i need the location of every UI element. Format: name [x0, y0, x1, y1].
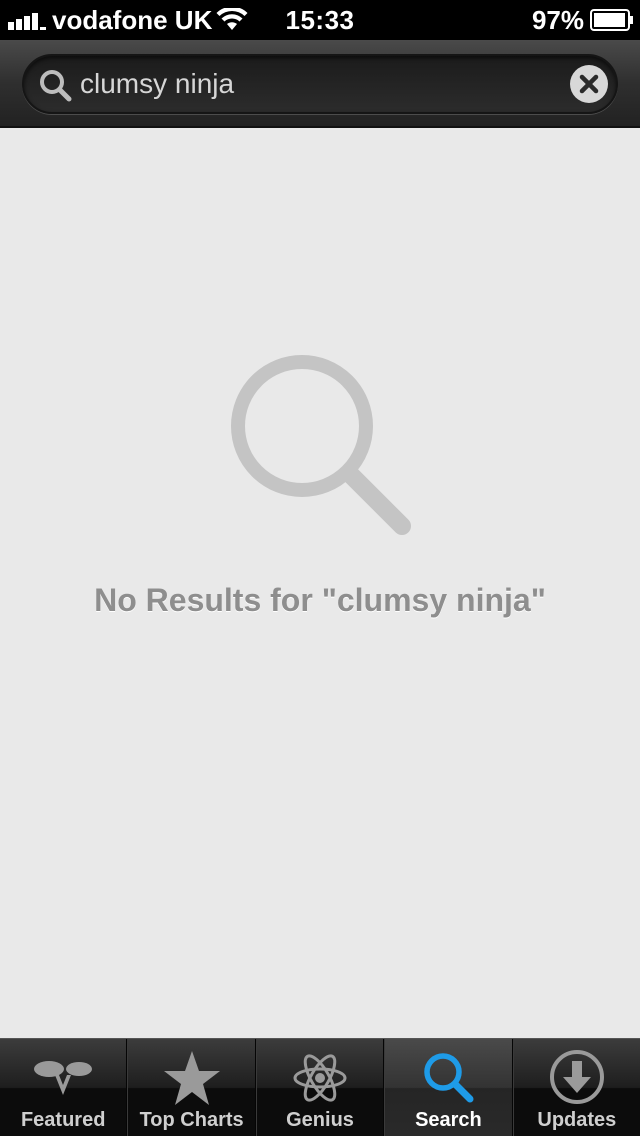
- tab-label: Featured: [20, 1109, 106, 1131]
- tab-bar: Featured Top Charts Genius Search Update…: [0, 1038, 640, 1136]
- search-header: [0, 40, 640, 128]
- clear-search-button[interactable]: [570, 65, 608, 103]
- tab-label: Genius: [286, 1109, 354, 1131]
- magnifier-icon: [40, 70, 72, 102]
- search-input[interactable]: [80, 62, 560, 106]
- tab-label: Search: [415, 1109, 482, 1131]
- tab-top-charts[interactable]: Top Charts: [127, 1039, 256, 1136]
- battery-percentage: 97%: [531, 5, 584, 35]
- battery-icon: [590, 9, 633, 31]
- magnifier-icon: [231, 355, 411, 535]
- status-bar: vodafone UK 15:33 97%: [0, 0, 640, 40]
- search-results-area: No Results for "clumsy ninja": [0, 128, 640, 1038]
- search-field[interactable]: [22, 54, 618, 114]
- download-arrow-icon: [549, 1050, 604, 1104]
- magnifier-icon: [424, 1053, 474, 1103]
- tab-label: Updates: [537, 1109, 617, 1131]
- featured-icon: [34, 1061, 93, 1095]
- tab-updates[interactable]: Updates: [512, 1039, 640, 1136]
- tab-label: Top Charts: [139, 1109, 244, 1131]
- atom-icon: [293, 1054, 347, 1102]
- tab-featured[interactable]: Featured: [0, 1039, 128, 1136]
- star-icon: [163, 1051, 220, 1105]
- no-results-message: No Results for "clumsy ninja": [94, 582, 546, 618]
- clear-icon: [579, 74, 599, 94]
- tab-genius[interactable]: Genius: [255, 1039, 385, 1136]
- tab-search[interactable]: Search: [384, 1039, 513, 1136]
